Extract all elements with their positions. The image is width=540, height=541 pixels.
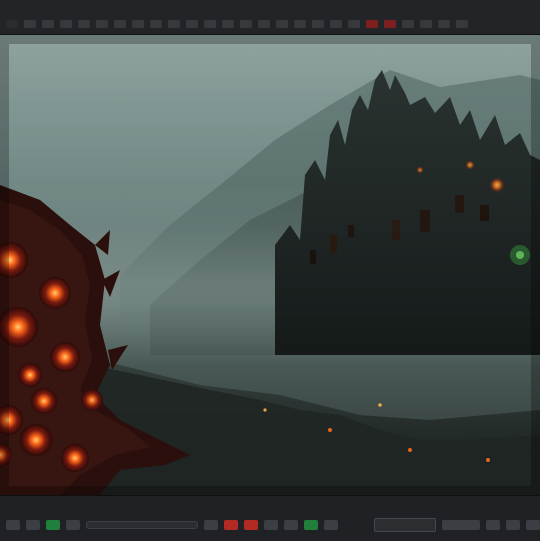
record-icon[interactable] [6, 520, 20, 530]
top-tool-13[interactable] [222, 20, 234, 28]
stop-icon[interactable] [26, 520, 40, 530]
top-tool-20[interactable] [348, 20, 360, 28]
top-tool-26[interactable] [456, 20, 468, 28]
loop-icon[interactable] [224, 520, 238, 530]
top-toolbar-strip [0, 20, 540, 32]
top-tool-19[interactable] [330, 20, 342, 28]
top-tool-22[interactable] [384, 20, 396, 28]
top-tool-8[interactable] [132, 20, 144, 28]
fit-icon[interactable] [506, 520, 520, 530]
top-tool-9[interactable] [150, 20, 162, 28]
top-tool-18[interactable] [312, 20, 324, 28]
fantasy-fortress-render [0, 35, 540, 495]
app-window [0, 0, 540, 541]
top-toolbar [0, 0, 540, 35]
settings-icon[interactable] [526, 520, 540, 530]
top-tool-23[interactable] [402, 20, 414, 28]
top-tool-14[interactable] [240, 20, 252, 28]
top-tool-5[interactable] [78, 20, 90, 28]
top-tool-16[interactable] [276, 20, 288, 28]
image-viewer[interactable] [0, 35, 540, 495]
top-tool-1[interactable] [6, 20, 18, 28]
zoom-in-icon[interactable] [442, 520, 480, 530]
play-icon[interactable] [46, 520, 60, 530]
top-tool-7[interactable] [114, 20, 126, 28]
frame-back-icon[interactable] [264, 520, 278, 530]
top-tool-24[interactable] [420, 20, 432, 28]
bottom-toolbar-row [0, 516, 540, 534]
markers-icon[interactable] [324, 520, 338, 530]
top-tool-4[interactable] [60, 20, 72, 28]
top-tool-25[interactable] [438, 20, 450, 28]
top-tool-3[interactable] [42, 20, 54, 28]
panel-meter[interactable] [374, 518, 436, 532]
top-tool-2[interactable] [24, 20, 36, 28]
top-tool-12[interactable] [204, 20, 216, 28]
timeline-slider[interactable] [86, 521, 198, 529]
green-status-icon[interactable] [304, 520, 318, 530]
frame-forward-icon[interactable] [284, 520, 298, 530]
top-tool-10[interactable] [168, 20, 180, 28]
top-tool-6[interactable] [96, 20, 108, 28]
playhead-icon[interactable] [204, 520, 218, 530]
top-tool-11[interactable] [186, 20, 198, 28]
bottom-toolbar [0, 495, 540, 541]
zoom-out-icon[interactable] [486, 520, 500, 530]
red-status-icon[interactable] [244, 520, 258, 530]
pause-icon[interactable] [66, 520, 80, 530]
top-tool-17[interactable] [294, 20, 306, 28]
top-tool-15[interactable] [258, 20, 270, 28]
top-tool-21[interactable] [366, 20, 378, 28]
